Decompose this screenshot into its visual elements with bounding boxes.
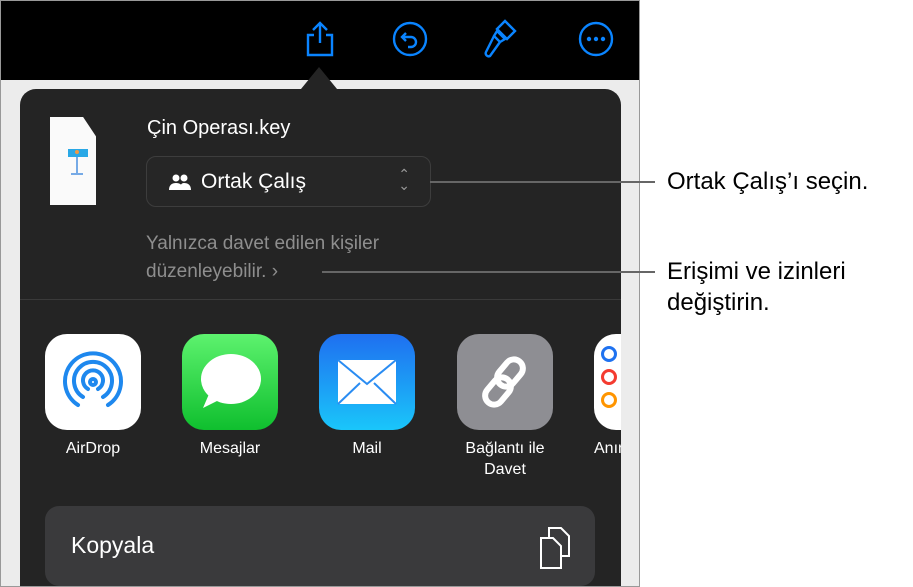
- mail-icon: [319, 334, 415, 430]
- reminders-icon: [594, 334, 621, 430]
- collaboration-select[interactable]: Ortak Çalış ⌃ ⌄: [146, 156, 431, 207]
- chevron-right-icon: ›: [271, 261, 279, 282]
- messages-icon: [182, 334, 278, 430]
- access-description: Yalnızca davet edilen kişiler düzenleyeb…: [146, 233, 380, 282]
- callout-choose-collaborate: Ortak Çalış’ı seçin.: [667, 168, 869, 195]
- copy-label: Kopyala: [71, 532, 155, 558]
- paintbrush-icon[interactable]: [482, 19, 518, 58]
- keynote-file-icon: [50, 117, 96, 205]
- people-icon: [169, 174, 191, 190]
- app-airdrop[interactable]: AirDrop: [45, 334, 141, 459]
- callout-line: [430, 181, 655, 183]
- app-label: Mesajlar: [199, 440, 261, 457]
- callout-line: [322, 271, 655, 273]
- app-reminders[interactable]: Anım: [594, 334, 621, 459]
- copy-icon: [540, 527, 570, 569]
- chevron-up-down-icon: ⌃ ⌄: [398, 166, 410, 193]
- app-label: Anım: [594, 440, 621, 457]
- callout-change-access: Erişimi ve izinleri değiştirin.: [667, 258, 846, 316]
- airdrop-icon: [45, 334, 141, 430]
- app-label: Bağlantı ile Davet: [465, 440, 545, 478]
- collab-select-value: Ortak Çalış: [201, 169, 307, 193]
- divider: [20, 299, 621, 300]
- share-icon[interactable]: [302, 21, 338, 57]
- app-label: AirDrop: [65, 440, 121, 457]
- undo-icon[interactable]: [392, 21, 428, 57]
- app-mail[interactable]: Mail: [319, 334, 415, 459]
- link-icon: [457, 334, 553, 430]
- app-messages[interactable]: Mesajlar: [182, 334, 278, 459]
- app-label: Mail: [352, 440, 382, 457]
- access-description-link[interactable]: Yalnızca davet edilen kişiler düzenleyeb…: [146, 230, 476, 286]
- more-icon[interactable]: [578, 21, 614, 57]
- popover-arrow: [301, 67, 337, 89]
- ipad-screen: Çin Operası.key Ortak Çalış ⌃ ⌄ Yalnızca …: [0, 0, 640, 587]
- app-invite-link[interactable]: Bağlantı ile Davet: [457, 334, 553, 480]
- file-name: Çin Operası.key: [147, 117, 291, 139]
- copy-button[interactable]: Kopyala: [45, 506, 595, 586]
